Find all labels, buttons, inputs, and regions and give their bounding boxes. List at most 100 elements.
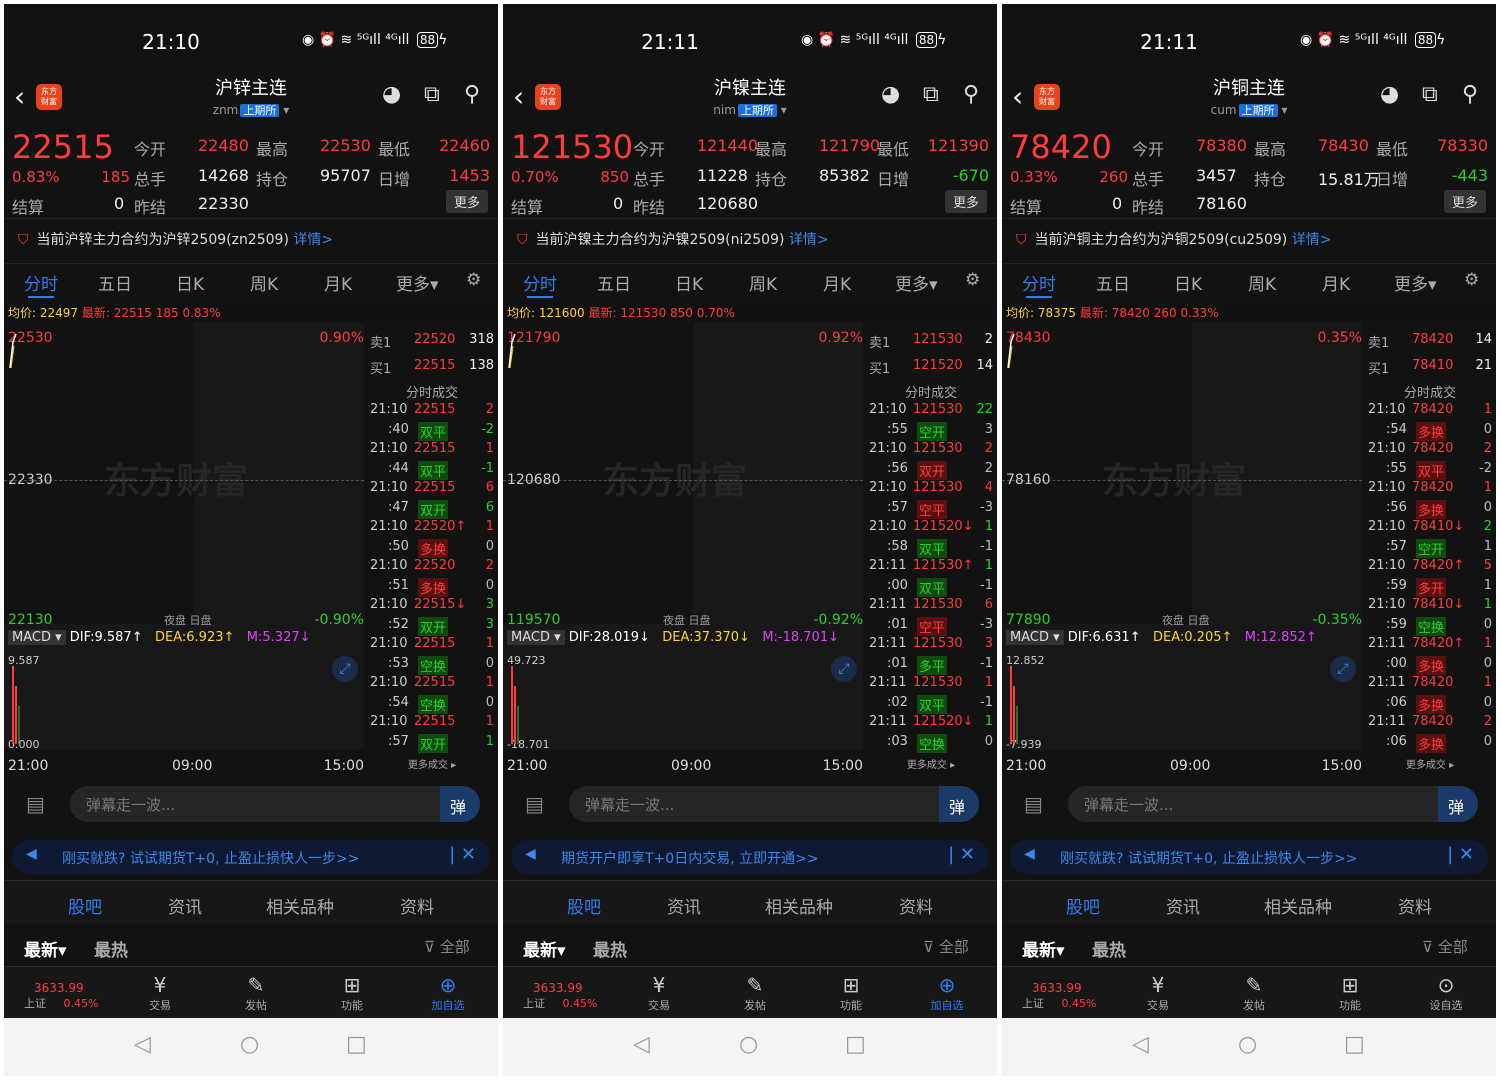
sort-hottest[interactable]: 最热 xyxy=(94,936,128,961)
nav-trade[interactable]: ¥ 交易 xyxy=(629,973,689,1013)
search-icon[interactable]: ⚲ xyxy=(963,82,979,107)
more-trades-link[interactable]: 更多成交 ▸ xyxy=(366,756,498,776)
close-icon[interactable]: | ✕ xyxy=(1447,844,1474,865)
tab-intraday[interactable]: 分时 xyxy=(1022,270,1056,298)
tab-monthly[interactable]: 月K xyxy=(823,270,851,295)
detail-link[interactable]: 详情> xyxy=(789,232,829,248)
tab-5day[interactable]: 五日 xyxy=(1096,270,1130,295)
sort-newest[interactable]: 最新▾ xyxy=(1022,936,1065,961)
recent-nav-icon[interactable]: □ xyxy=(346,1032,367,1057)
promo-banner[interactable]: ◀ 刚买就跌? 试试期货T+0, 止盈止损快人一步>> | ✕ xyxy=(12,840,490,874)
tab-5day[interactable]: 五日 xyxy=(98,270,132,295)
note-icon[interactable]: ▤ xyxy=(1024,792,1043,816)
tab-news[interactable]: 资讯 xyxy=(168,893,202,918)
main-contract-notice[interactable]: ⛉ 当前沪镍主力合约为沪镍2509(ni2509) 详情> xyxy=(503,218,997,264)
sort-hottest[interactable]: 最热 xyxy=(593,936,627,961)
detail-link[interactable]: 详情> xyxy=(293,232,333,248)
note-icon[interactable]: ▤ xyxy=(26,792,45,816)
back-icon[interactable]: ‹ xyxy=(513,80,524,113)
recent-nav-icon[interactable]: □ xyxy=(1344,1032,1365,1057)
tab-info[interactable]: 资料 xyxy=(1398,893,1432,918)
filter-all[interactable]: ⊽ 全部 xyxy=(1422,936,1468,957)
nav-functions[interactable]: ⊞ 功能 xyxy=(322,973,382,1013)
detail-link[interactable]: 详情> xyxy=(1292,232,1332,248)
expand-icon[interactable]: ⤢ xyxy=(831,656,857,682)
back-nav-icon[interactable]: ◁ xyxy=(633,1032,650,1057)
nav-functions[interactable]: ⊞ 功能 xyxy=(821,973,881,1013)
main-contract-notice[interactable]: ⛉ 当前沪铜主力合约为沪铜2509(cu2509) 详情> xyxy=(1002,218,1496,264)
danmaku-input[interactable]: 弹幕走一波... 弹 xyxy=(569,786,979,822)
tab-forum[interactable]: 股吧 xyxy=(567,893,601,918)
tab-weekly[interactable]: 周K xyxy=(1248,270,1276,295)
tab-more[interactable]: 更多▾ xyxy=(1394,270,1437,295)
promo-banner[interactable]: ◀ 期货开户即享T+0日内交易, 立即开通>> | ✕ xyxy=(511,840,989,874)
close-icon[interactable]: | ✕ xyxy=(948,844,975,865)
sort-hottest[interactable]: 最热 xyxy=(1092,936,1126,961)
settings-gear-icon[interactable]: ⚙ xyxy=(965,270,980,290)
settings-gear-icon[interactable]: ⚙ xyxy=(466,270,481,290)
back-icon[interactable]: ‹ xyxy=(1012,80,1023,113)
nav-watchlist[interactable]: ⊕ 加自选 xyxy=(418,973,478,1013)
home-nav-icon[interactable]: ○ xyxy=(739,1032,758,1057)
danmaku-button[interactable]: 弹 xyxy=(1438,786,1478,822)
recent-nav-icon[interactable]: □ xyxy=(845,1032,866,1057)
home-nav-icon[interactable]: ○ xyxy=(240,1032,259,1057)
sort-newest[interactable]: 最新▾ xyxy=(523,936,566,961)
more-button[interactable]: 更多 xyxy=(445,190,488,213)
nav-post[interactable]: ✎ 发帖 xyxy=(1224,973,1284,1013)
tab-forum[interactable]: 股吧 xyxy=(1066,893,1100,918)
tab-daily[interactable]: 日K xyxy=(675,270,703,295)
tab-more[interactable]: 更多▾ xyxy=(895,270,938,295)
more-button[interactable]: 更多 xyxy=(1443,190,1486,213)
close-icon[interactable]: | ✕ xyxy=(449,844,476,865)
tab-more[interactable]: 更多▾ xyxy=(396,270,439,295)
expand-icon[interactable]: ⤢ xyxy=(1330,656,1356,682)
more-button[interactable]: 更多 xyxy=(944,190,987,213)
tab-intraday[interactable]: 分时 xyxy=(24,270,58,298)
tab-intraday[interactable]: 分时 xyxy=(523,270,557,298)
share-icon[interactable]: ⧉ xyxy=(424,82,440,107)
filter-all[interactable]: ⊽ 全部 xyxy=(424,936,470,957)
main-contract-notice[interactable]: ⛉ 当前沪锌主力合约为沪锌2509(zn2509) 详情> xyxy=(4,218,498,264)
tab-weekly[interactable]: 周K xyxy=(250,270,278,295)
settings-gear-icon[interactable]: ⚙ xyxy=(1464,270,1479,290)
nav-trade[interactable]: ¥ 交易 xyxy=(130,973,190,1013)
tab-daily[interactable]: 日K xyxy=(176,270,204,295)
robot-icon[interactable]: ◕ xyxy=(1380,82,1399,107)
back-nav-icon[interactable]: ◁ xyxy=(1132,1032,1149,1057)
index-ticker[interactable]: 3633.99 上证 0.45% xyxy=(1022,981,1102,1011)
search-icon[interactable]: ⚲ xyxy=(1462,82,1478,107)
share-icon[interactable]: ⧉ xyxy=(923,82,939,107)
tab-news[interactable]: 资讯 xyxy=(667,893,701,918)
macd-select[interactable]: MACD ▾ xyxy=(8,630,66,645)
filter-all[interactable]: ⊽ 全部 xyxy=(923,936,969,957)
index-ticker[interactable]: 3633.99 上证 0.45% xyxy=(24,981,104,1011)
sort-newest[interactable]: 最新▾ xyxy=(24,936,67,961)
home-nav-icon[interactable]: ○ xyxy=(1238,1032,1257,1057)
danmaku-button[interactable]: 弹 xyxy=(939,786,979,822)
nav-post[interactable]: ✎ 发帖 xyxy=(226,973,286,1013)
tab-info[interactable]: 资料 xyxy=(899,893,933,918)
robot-icon[interactable]: ◕ xyxy=(382,82,401,107)
more-trades-link[interactable]: 更多成交 ▸ xyxy=(865,756,997,776)
expand-icon[interactable]: ⤢ xyxy=(332,656,358,682)
share-icon[interactable]: ⧉ xyxy=(1422,82,1438,107)
back-icon[interactable]: ‹ xyxy=(14,80,25,113)
danmaku-button[interactable]: 弹 xyxy=(440,786,480,822)
danmaku-input[interactable]: 弹幕走一波... 弹 xyxy=(1068,786,1478,822)
nav-functions[interactable]: ⊞ 功能 xyxy=(1320,973,1380,1013)
more-trades-link[interactable]: 更多成交 ▸ xyxy=(1364,756,1496,776)
nav-post[interactable]: ✎ 发帖 xyxy=(725,973,785,1013)
macd-select[interactable]: MACD ▾ xyxy=(1006,630,1064,645)
search-icon[interactable]: ⚲ xyxy=(464,82,480,107)
tab-related[interactable]: 相关品种 xyxy=(765,893,833,918)
nav-watchlist[interactable]: ⊙ 设自选 xyxy=(1416,973,1476,1013)
nav-trade[interactable]: ¥ 交易 xyxy=(1128,973,1188,1013)
tab-info[interactable]: 资料 xyxy=(400,893,434,918)
tab-monthly[interactable]: 月K xyxy=(324,270,352,295)
tab-5day[interactable]: 五日 xyxy=(597,270,631,295)
back-nav-icon[interactable]: ◁ xyxy=(134,1032,151,1057)
tab-weekly[interactable]: 周K xyxy=(749,270,777,295)
intraday-chart[interactable]: 东方财富 121790 0.92% 120680 119570 -0.92% 夜… xyxy=(503,322,863,774)
macd-select[interactable]: MACD ▾ xyxy=(507,630,565,645)
